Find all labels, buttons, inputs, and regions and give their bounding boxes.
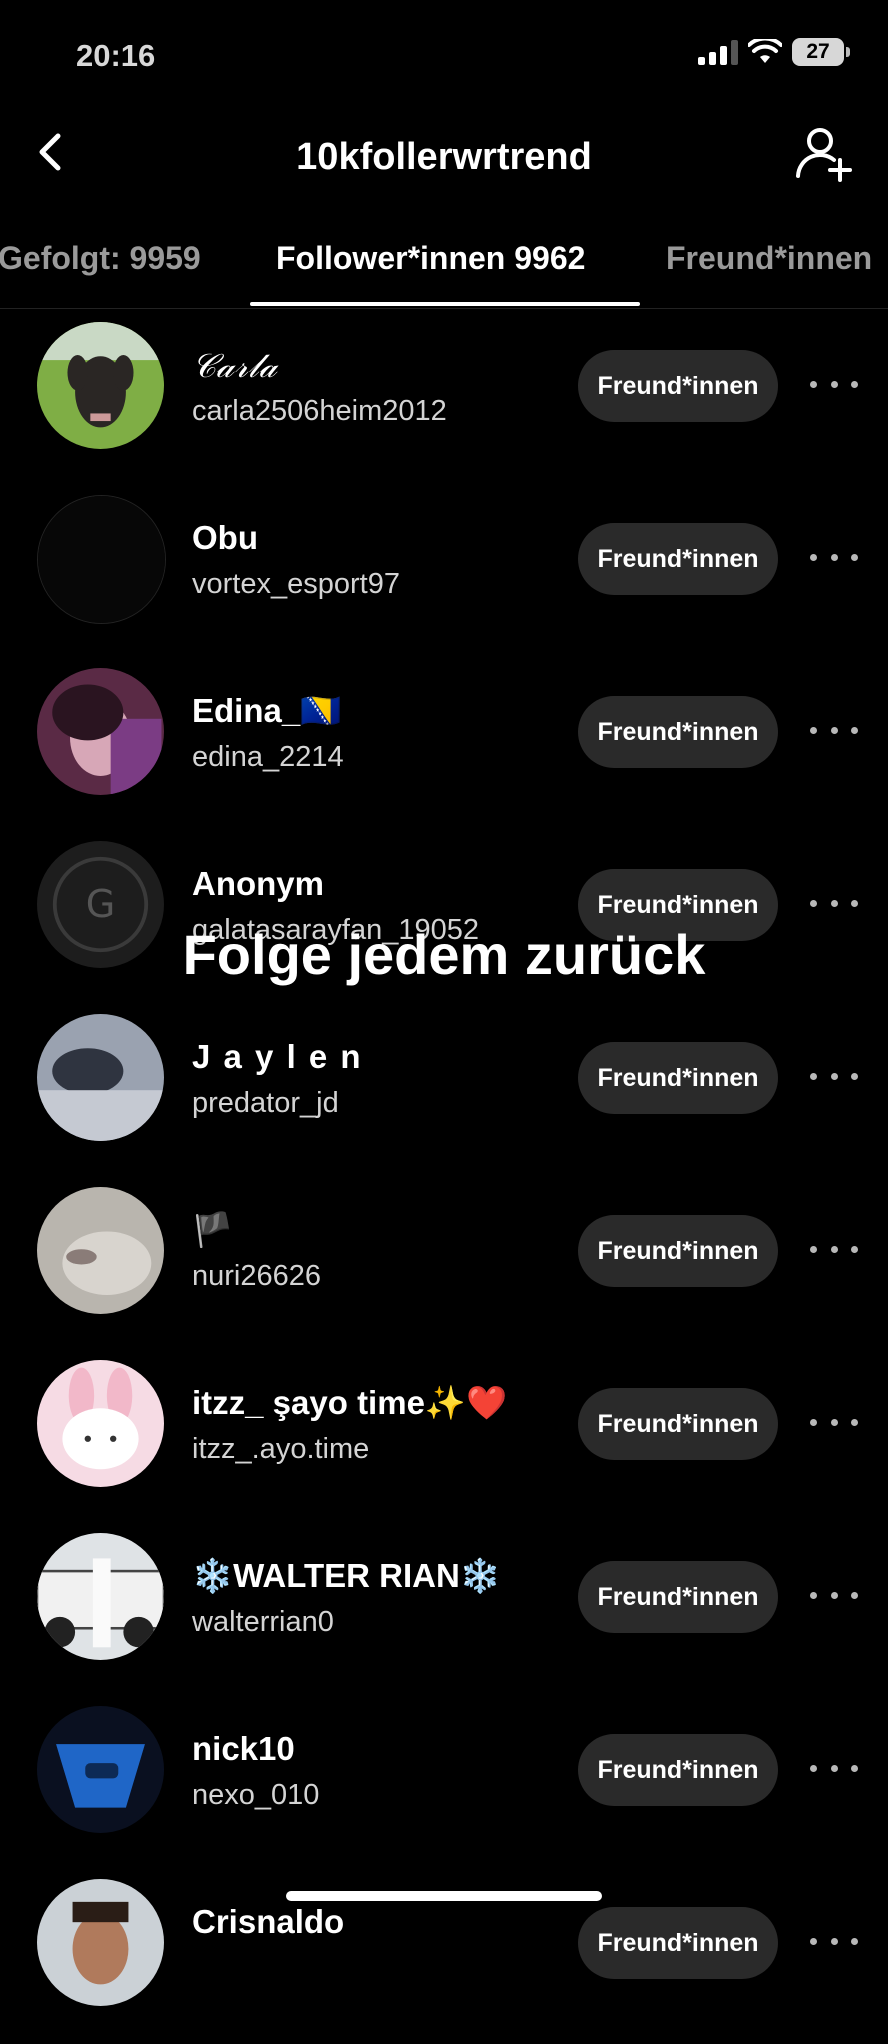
list-item[interactable]: J a y l e n predator_jd Freund*innen [0,1006,888,1179]
avatar[interactable] [37,1187,164,1314]
avatar[interactable] [37,1706,164,1833]
status-bar: 20:16 27 [0,0,888,110]
more-options-icon[interactable] [810,710,858,750]
list-item[interactable]: itzz_ şayo time✨❤️ itzz_.ayo.time Freund… [0,1352,888,1525]
friends-button[interactable]: Freund*innen [578,350,778,422]
avatar[interactable] [37,1360,164,1487]
more-options-icon[interactable] [810,1921,858,1961]
display-name: Edina_🇧🇦 [192,692,342,729]
friends-button[interactable]: Freund*innen [578,1907,778,1979]
more-options-icon[interactable] [810,537,858,577]
username: walterrian0 [192,1606,334,1638]
overlay-caption: Folge jedem zurück [182,923,706,986]
username: edina_2214 [192,741,344,773]
active-tab-indicator [250,302,640,306]
tab-friends[interactable]: Freund*innen [666,240,872,277]
avatar[interactable] [37,495,166,624]
tab-bar: Gefolgt: 9959 Follower*innen 9962 Freund… [0,230,888,309]
more-options-icon[interactable] [810,1748,858,1788]
page-title: 10kfollerwrtrend [296,136,592,178]
friends-button[interactable]: Freund*innen [578,1042,778,1114]
avatar[interactable] [37,1533,164,1660]
status-icons: 27 [698,38,850,66]
home-indicator[interactable] [286,1891,602,1901]
display-name: Obu [192,519,258,556]
more-options-icon[interactable] [810,1229,858,1269]
display-name: ❄️WALTER RIAN❄️ [192,1557,501,1594]
display-name: 🏴 [192,1211,234,1248]
friends-button[interactable]: Freund*innen [578,1734,778,1806]
display-name: Crisnaldo [192,1903,345,1940]
header: 10kfollerwrtrend [0,110,888,200]
display-name: Anonym [192,865,324,902]
username: carla2506heim2012 [192,395,447,427]
display-name: J a y l e n [192,1038,363,1075]
username: predator_jd [192,1087,339,1119]
list-item[interactable]: Obu vortex_esport97 Freund*innen [0,487,888,660]
friends-button[interactable]: Freund*innen [578,1561,778,1633]
more-options-icon[interactable] [810,1575,858,1615]
wifi-icon [748,39,782,63]
username: vortex_esport97 [192,568,400,600]
cellular-signal-icon [698,39,738,65]
avatar[interactable] [37,668,164,795]
list-item[interactable]: nick10 nexo_010 Freund*innen [0,1698,888,1871]
list-item[interactable]: 𝒞𝒶𝓇𝓁𝒶 carla2506heim2012 Freund*innen [0,314,888,487]
display-name: 𝒞𝒶𝓇𝓁𝒶 [192,346,278,385]
friends-button[interactable]: Freund*innen [578,523,778,595]
more-options-icon[interactable] [810,364,858,404]
friends-button[interactable]: Freund*innen [578,696,778,768]
list-item[interactable]: 🏴 nuri26626 Freund*innen [0,1179,888,1352]
list-item[interactable]: ❄️WALTER RIAN❄️ walterrian0 Freund*innen [0,1525,888,1698]
follower-list[interactable]: 𝒞𝒶𝓇𝓁𝒶 carla2506heim2012 Freund*innen Obu… [0,314,888,2044]
svg-text:G: G [86,882,116,926]
friends-button[interactable]: Freund*innen [578,1215,778,1287]
battery-icon: 27 [792,38,850,66]
username: nuri26626 [192,1260,321,1292]
status-time: 20:16 [76,38,156,73]
avatar[interactable] [37,1014,164,1141]
username: itzz_.ayo.time [192,1433,370,1465]
username: nexo_010 [192,1779,320,1811]
friends-button[interactable]: Freund*innen [578,1388,778,1460]
more-options-icon[interactable] [810,1056,858,1096]
tab-following[interactable]: Gefolgt: 9959 [0,240,201,277]
tab-followers[interactable]: Follower*innen 9962 [276,240,585,277]
add-user-icon[interactable] [794,126,854,182]
display-name: itzz_ şayo time✨❤️ [192,1384,508,1421]
avatar[interactable] [37,322,164,449]
more-options-icon[interactable] [810,883,858,923]
avatar[interactable] [37,1879,164,2006]
more-options-icon[interactable] [810,1402,858,1442]
list-item[interactable]: Edina_🇧🇦 edina_2214 Freund*innen [0,660,888,833]
display-name: nick10 [192,1730,295,1767]
